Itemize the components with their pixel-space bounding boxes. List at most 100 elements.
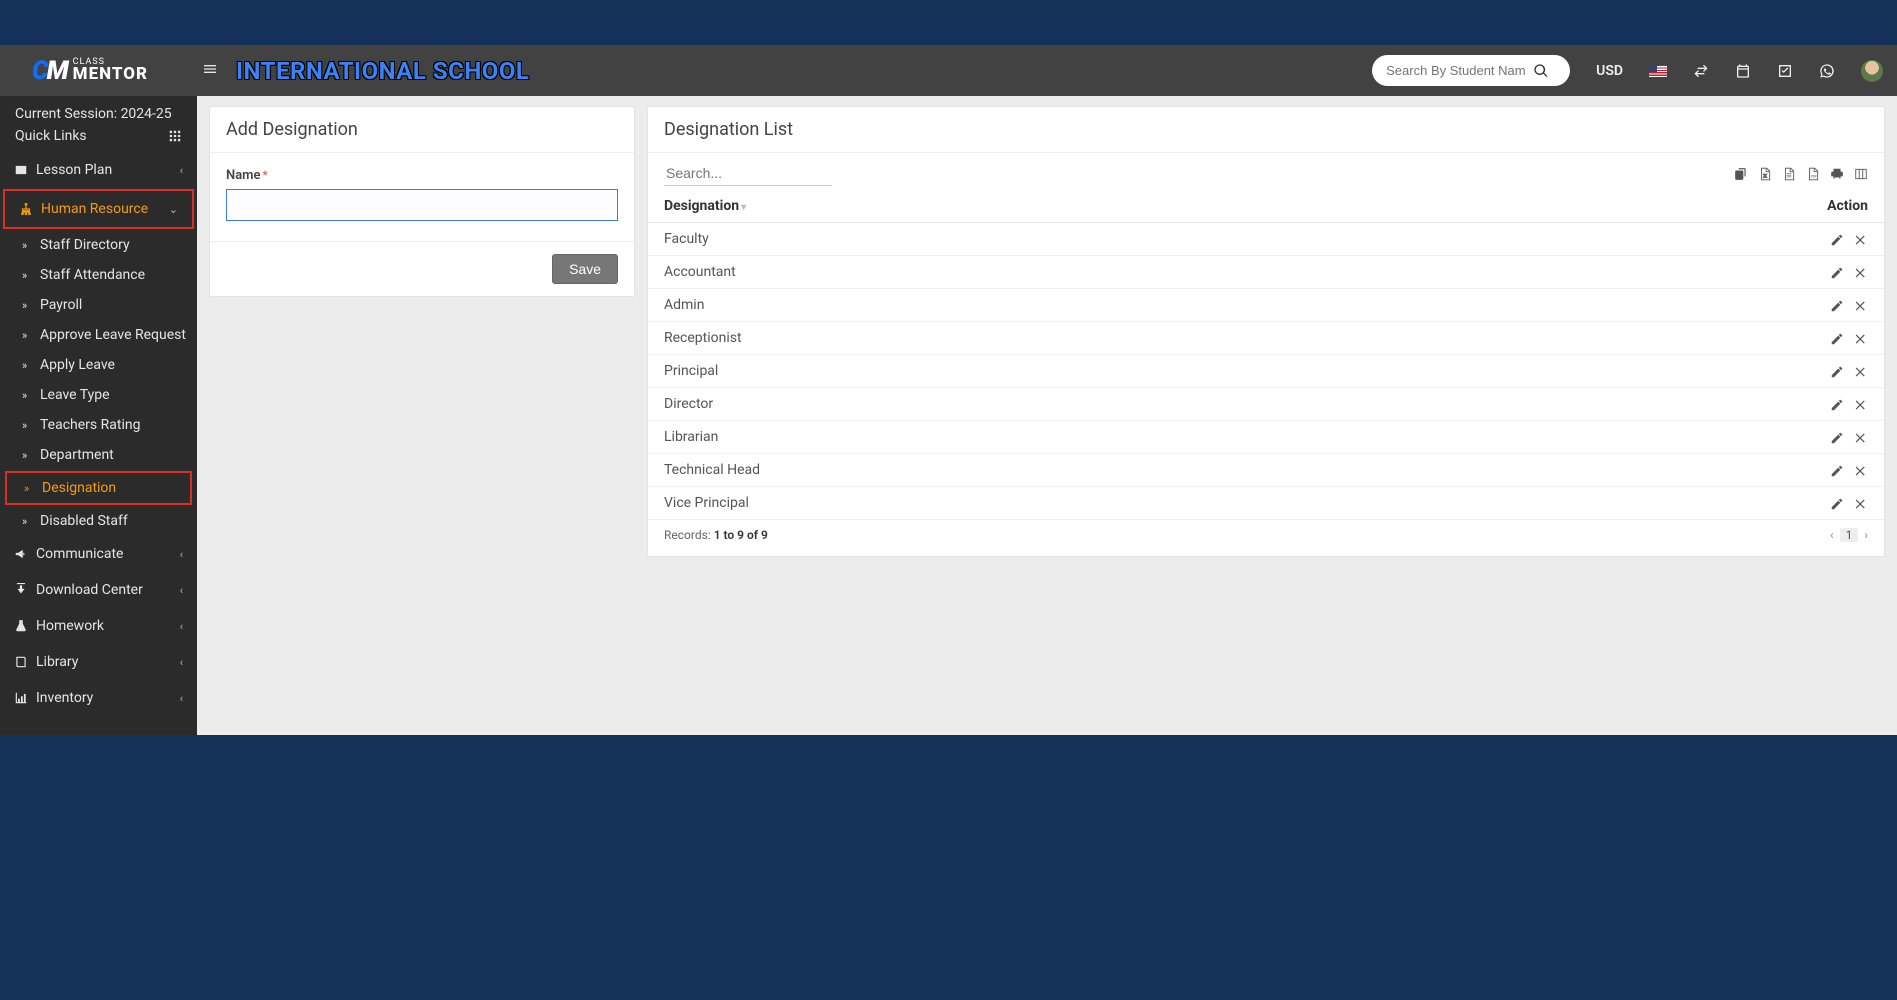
chevron-double-icon: »: [24, 482, 42, 495]
bullhorn-icon: [14, 546, 36, 562]
designation-cell: Vice Principal: [648, 487, 1409, 520]
sidebar-item-communicate[interactable]: Communicate ‹: [0, 536, 197, 572]
name-input[interactable]: [226, 189, 618, 221]
chevron-double-icon: »: [22, 515, 40, 528]
action-cell: [1409, 487, 1884, 520]
hamburger-icon[interactable]: [202, 61, 218, 81]
logo[interactable]: CM CLASS MENTOR: [10, 56, 190, 86]
student-search[interactable]: [1372, 55, 1570, 86]
tasks-icon[interactable]: [1777, 63, 1793, 79]
edit-icon[interactable]: [1830, 232, 1844, 247]
table-row: Faculty: [648, 223, 1884, 256]
designation-cell: Admin: [648, 289, 1409, 322]
chevron-double-icon: »: [22, 419, 40, 432]
delete-icon[interactable]: [1854, 298, 1868, 313]
chevron-double-icon: »: [22, 389, 40, 402]
delete-icon[interactable]: [1854, 463, 1868, 478]
table-row: Receptionist: [648, 322, 1884, 355]
delete-icon[interactable]: [1854, 397, 1868, 412]
flag-us-icon[interactable]: [1649, 65, 1667, 77]
export-excel-icon[interactable]: [1758, 166, 1772, 182]
user-avatar[interactable]: [1861, 60, 1883, 82]
edit-icon[interactable]: [1830, 265, 1844, 280]
sidebar-item-leave-type[interactable]: »Leave Type: [0, 380, 197, 410]
designation-cell: Principal: [648, 355, 1409, 388]
edit-icon[interactable]: [1830, 331, 1844, 346]
chevron-double-icon: »: [22, 299, 40, 312]
school-name: INTERNATIONAL SCHOOL: [236, 57, 529, 85]
edit-icon[interactable]: [1830, 397, 1844, 412]
pager-page-number[interactable]: 1: [1840, 528, 1859, 542]
table-row: Principal: [648, 355, 1884, 388]
export-csv-icon[interactable]: [1782, 166, 1796, 182]
sidebar-item-human-resource[interactable]: Human Resource ⌄: [5, 191, 192, 227]
sidebar-item-disabled-staff[interactable]: »Disabled Staff: [0, 506, 197, 536]
chevron-double-icon: »: [22, 269, 40, 282]
delete-icon[interactable]: [1854, 331, 1868, 346]
chevron-down-icon: ⌄: [169, 203, 178, 216]
delete-icon[interactable]: [1854, 232, 1868, 247]
name-label: Name: [226, 168, 260, 183]
sidebar-item-inventory[interactable]: Inventory ‹: [0, 680, 197, 716]
main-content: Add Designation Name* Save Designation L…: [197, 96, 1897, 735]
designation-cell: Faculty: [648, 223, 1409, 256]
sidebar-item-department[interactable]: »Department: [0, 440, 197, 470]
sidebar-item-label: Lesson Plan: [36, 162, 112, 178]
sidebar-item-designation[interactable]: »Designation: [7, 473, 190, 503]
edit-icon[interactable]: [1830, 298, 1844, 313]
pager-next[interactable]: ›: [1864, 528, 1868, 542]
list-search-input[interactable]: [664, 161, 832, 186]
print-icon[interactable]: [1830, 166, 1844, 182]
calendar-icon[interactable]: [1735, 63, 1751, 79]
grid-icon[interactable]: [168, 129, 182, 144]
sidebar-item-library[interactable]: Library ‹: [0, 644, 197, 680]
edit-icon[interactable]: [1830, 430, 1844, 445]
designation-cell: Technical Head: [648, 454, 1409, 487]
delete-icon[interactable]: [1854, 430, 1868, 445]
sidebar-item-homework[interactable]: Homework ‹: [0, 608, 197, 644]
table-row: Admin: [648, 289, 1884, 322]
sidebar-item-label: Human Resource: [41, 201, 148, 217]
chevron-left-icon: ‹: [180, 548, 183, 561]
edit-icon[interactable]: [1830, 364, 1844, 379]
sidebar-item-label: Homework: [36, 618, 104, 634]
delete-icon[interactable]: [1854, 364, 1868, 379]
sidebar-item-teachers-rating[interactable]: »Teachers Rating: [0, 410, 197, 440]
sidebar-item-download-center[interactable]: Download Center ‹: [0, 572, 197, 608]
chevron-double-icon: »: [22, 359, 40, 372]
delete-icon[interactable]: [1854, 496, 1868, 511]
copy-icon[interactable]: [1734, 166, 1748, 182]
delete-icon[interactable]: [1854, 265, 1868, 280]
flask-icon: [14, 618, 36, 634]
designation-list-panel: Designation List PDF Des: [647, 106, 1885, 557]
edit-icon[interactable]: [1830, 496, 1844, 511]
search-input[interactable]: [1386, 63, 1526, 78]
save-button[interactable]: Save: [552, 254, 618, 284]
designation-cell: Librarian: [648, 421, 1409, 454]
search-icon[interactable]: [1526, 56, 1556, 86]
swap-icon[interactable]: [1693, 63, 1709, 79]
sort-caret-icon: ▾: [741, 202, 746, 213]
col-designation[interactable]: Designation▾: [648, 190, 1409, 223]
table-row: Accountant: [648, 256, 1884, 289]
book-icon: [14, 654, 36, 670]
sidebar-item-staff-directory[interactable]: »Staff Directory: [0, 230, 197, 260]
quick-links-label[interactable]: Quick Links: [15, 128, 87, 144]
columns-icon[interactable]: [1854, 166, 1868, 182]
sidebar-item-approve-leave[interactable]: »Approve Leave Request: [0, 320, 197, 350]
sidebar-item-apply-leave[interactable]: »Apply Leave: [0, 350, 197, 380]
export-pdf-icon[interactable]: PDF: [1806, 166, 1820, 182]
sidebar-item-payroll[interactable]: »Payroll: [0, 290, 197, 320]
edit-icon[interactable]: [1830, 463, 1844, 478]
currency-label[interactable]: USD: [1596, 63, 1623, 79]
sidebar-item-label: Inventory: [36, 690, 93, 706]
pager-prev[interactable]: ‹: [1830, 528, 1834, 542]
download-icon: [14, 582, 36, 598]
action-cell: [1409, 421, 1884, 454]
sidebar-item-lesson-plan[interactable]: Lesson Plan ‹: [0, 152, 197, 188]
required-marker: *: [262, 168, 267, 182]
sidebar-item-label: Library: [36, 654, 78, 670]
chevron-left-icon: ‹: [180, 692, 183, 705]
whatsapp-icon[interactable]: [1819, 63, 1835, 79]
sidebar-item-staff-attendance[interactable]: »Staff Attendance: [0, 260, 197, 290]
